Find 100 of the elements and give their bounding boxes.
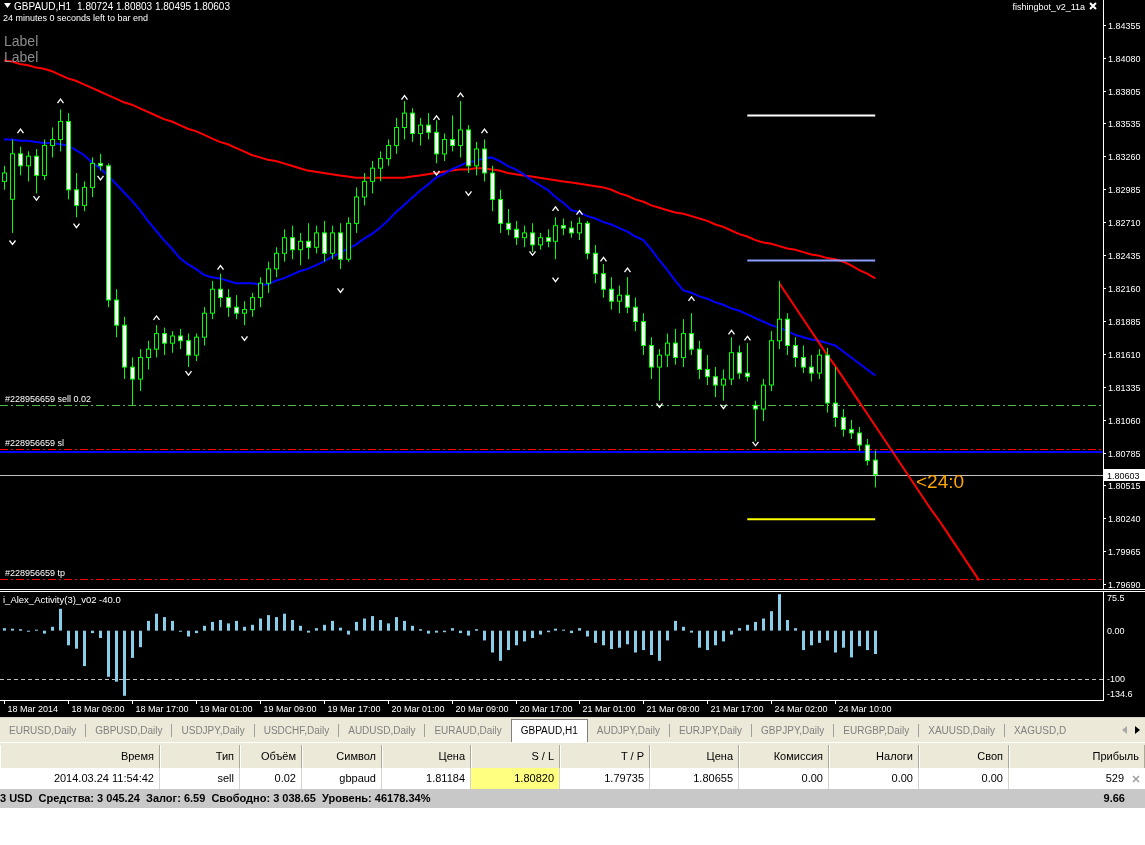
order-line-label: #228956659 tp	[5, 567, 66, 578]
chart-tab[interactable]: EURJPY,Daily	[669, 720, 752, 741]
histogram-bar	[91, 630, 94, 634]
candlestick	[418, 117, 423, 146]
histogram-bar	[650, 630, 653, 655]
price-axis-label: 1.79690	[1108, 579, 1141, 589]
chevron-down-icon	[432, 170, 441, 177]
candlestick	[833, 366, 838, 428]
candlestick	[242, 300, 247, 326]
chevron-up-icon	[216, 264, 225, 271]
candlestick	[18, 146, 23, 176]
histogram-bar	[786, 620, 789, 631]
chevron-down-icon	[96, 175, 105, 181]
chevron-down-icon	[464, 190, 473, 197]
histogram-bar	[594, 630, 597, 643]
chart-tab[interactable]: USDCHF,Daily	[254, 720, 339, 741]
histogram-bar	[459, 630, 462, 634]
histogram-bar	[99, 630, 102, 638]
close-icon[interactable]	[1132, 774, 1140, 783]
candlestick	[258, 276, 263, 308]
chart-tab[interactable]: EURUSD,Daily	[0, 720, 86, 741]
candlestick	[817, 348, 822, 380]
candlestick	[154, 324, 159, 358]
histogram-bar	[131, 630, 134, 658]
candlestick	[74, 172, 79, 218]
candlestick	[146, 340, 151, 370]
chart-tab[interactable]: EURAUD,Daily	[425, 720, 511, 741]
chart-tab[interactable]: USDJPY,Daily	[172, 720, 254, 741]
histogram-bar	[355, 621, 358, 631]
candlestick	[466, 124, 471, 174]
candlestick	[514, 220, 519, 246]
candlestick	[210, 280, 215, 320]
candlestick	[434, 119, 439, 164]
price-axis-label: 1.83805	[1108, 86, 1141, 97]
candlestick	[657, 348, 662, 402]
candlestick	[202, 306, 207, 346]
candlestick	[394, 117, 399, 155]
histogram-bar	[483, 630, 486, 641]
column-header: Налоги	[829, 745, 919, 768]
candlestick	[130, 357, 135, 406]
chevron-up-icon	[152, 314, 161, 321]
candlestick	[561, 218, 566, 236]
histogram-bar	[115, 630, 118, 682]
histogram-bar	[315, 628, 318, 631]
histogram-bar	[578, 628, 581, 631]
indicator-axis-label: 75.5	[1107, 593, 1125, 604]
candlestick	[234, 294, 239, 320]
histogram-bar	[523, 630, 526, 642]
candlestick	[825, 347, 830, 414]
candlestick	[322, 220, 327, 263]
chart-tab[interactable]: XAGUSD,D	[1004, 720, 1076, 741]
price-axis-label: 1.80515	[1108, 480, 1141, 491]
histogram-bar	[3, 628, 6, 631]
histogram-bar	[363, 618, 366, 631]
chevron-up-icon	[456, 92, 465, 98]
chart-tab[interactable]: XAUUSD,Daily	[919, 720, 1004, 741]
candlestick	[122, 316, 127, 380]
chart-tab[interactable]: AUDJPY,Daily	[587, 720, 669, 741]
candlestick	[737, 345, 742, 380]
histogram-bar	[83, 630, 86, 667]
histogram-bar	[427, 630, 430, 634]
time-axis-label: 18 Mar 2014	[7, 704, 59, 714]
column-header: Символ	[302, 745, 382, 768]
ref-line-label: 1.80603	[1107, 470, 1140, 481]
histogram-bar	[515, 630, 518, 646]
chart-tab[interactable]: AUDUSD,Daily	[339, 720, 425, 741]
histogram-bar	[67, 630, 70, 646]
chevron-down-icon	[184, 370, 193, 377]
price-axis-label: 1.84355	[1108, 20, 1141, 31]
histogram-bar	[467, 630, 470, 636]
candlestick	[378, 150, 383, 182]
chart-title: GBPAUD,H1	[14, 1, 72, 12]
candlestick	[593, 244, 598, 284]
chart-tab[interactable]: GBPJPY,Daily	[752, 720, 834, 741]
candlestick	[506, 208, 511, 236]
histogram-bar	[387, 623, 390, 631]
chart-tab[interactable]: EURGBP,Daily	[834, 720, 919, 741]
candlestick	[649, 336, 654, 380]
histogram-bar	[722, 630, 725, 642]
time-axis-label: 20 Mar 01:00	[391, 704, 445, 714]
histogram-bar	[850, 630, 853, 658]
histogram-bar	[339, 627, 342, 631]
candlestick	[162, 327, 167, 356]
candlestick	[450, 115, 455, 152]
candlestick	[713, 366, 718, 398]
chart-tab[interactable]: GBPAUD,H1	[510, 719, 588, 742]
triangle-down-icon[interactable]	[4, 3, 11, 8]
chevron-down-icon	[551, 277, 560, 283]
candlestick	[482, 139, 487, 182]
histogram-bar	[291, 620, 294, 631]
histogram-bar	[251, 624, 254, 631]
histogram-bar	[626, 630, 629, 645]
histogram-bar	[235, 620, 238, 631]
histogram-bar	[682, 626, 685, 631]
candlestick	[170, 330, 175, 354]
chart-tab[interactable]: GBPUSD,Daily	[86, 720, 172, 741]
price-axis-label: 1.83260	[1108, 151, 1141, 162]
histogram-bar	[219, 620, 222, 631]
time-axis-label: 19 Mar 17:00	[327, 704, 381, 714]
triangle-right-icon[interactable]	[1135, 726, 1140, 734]
